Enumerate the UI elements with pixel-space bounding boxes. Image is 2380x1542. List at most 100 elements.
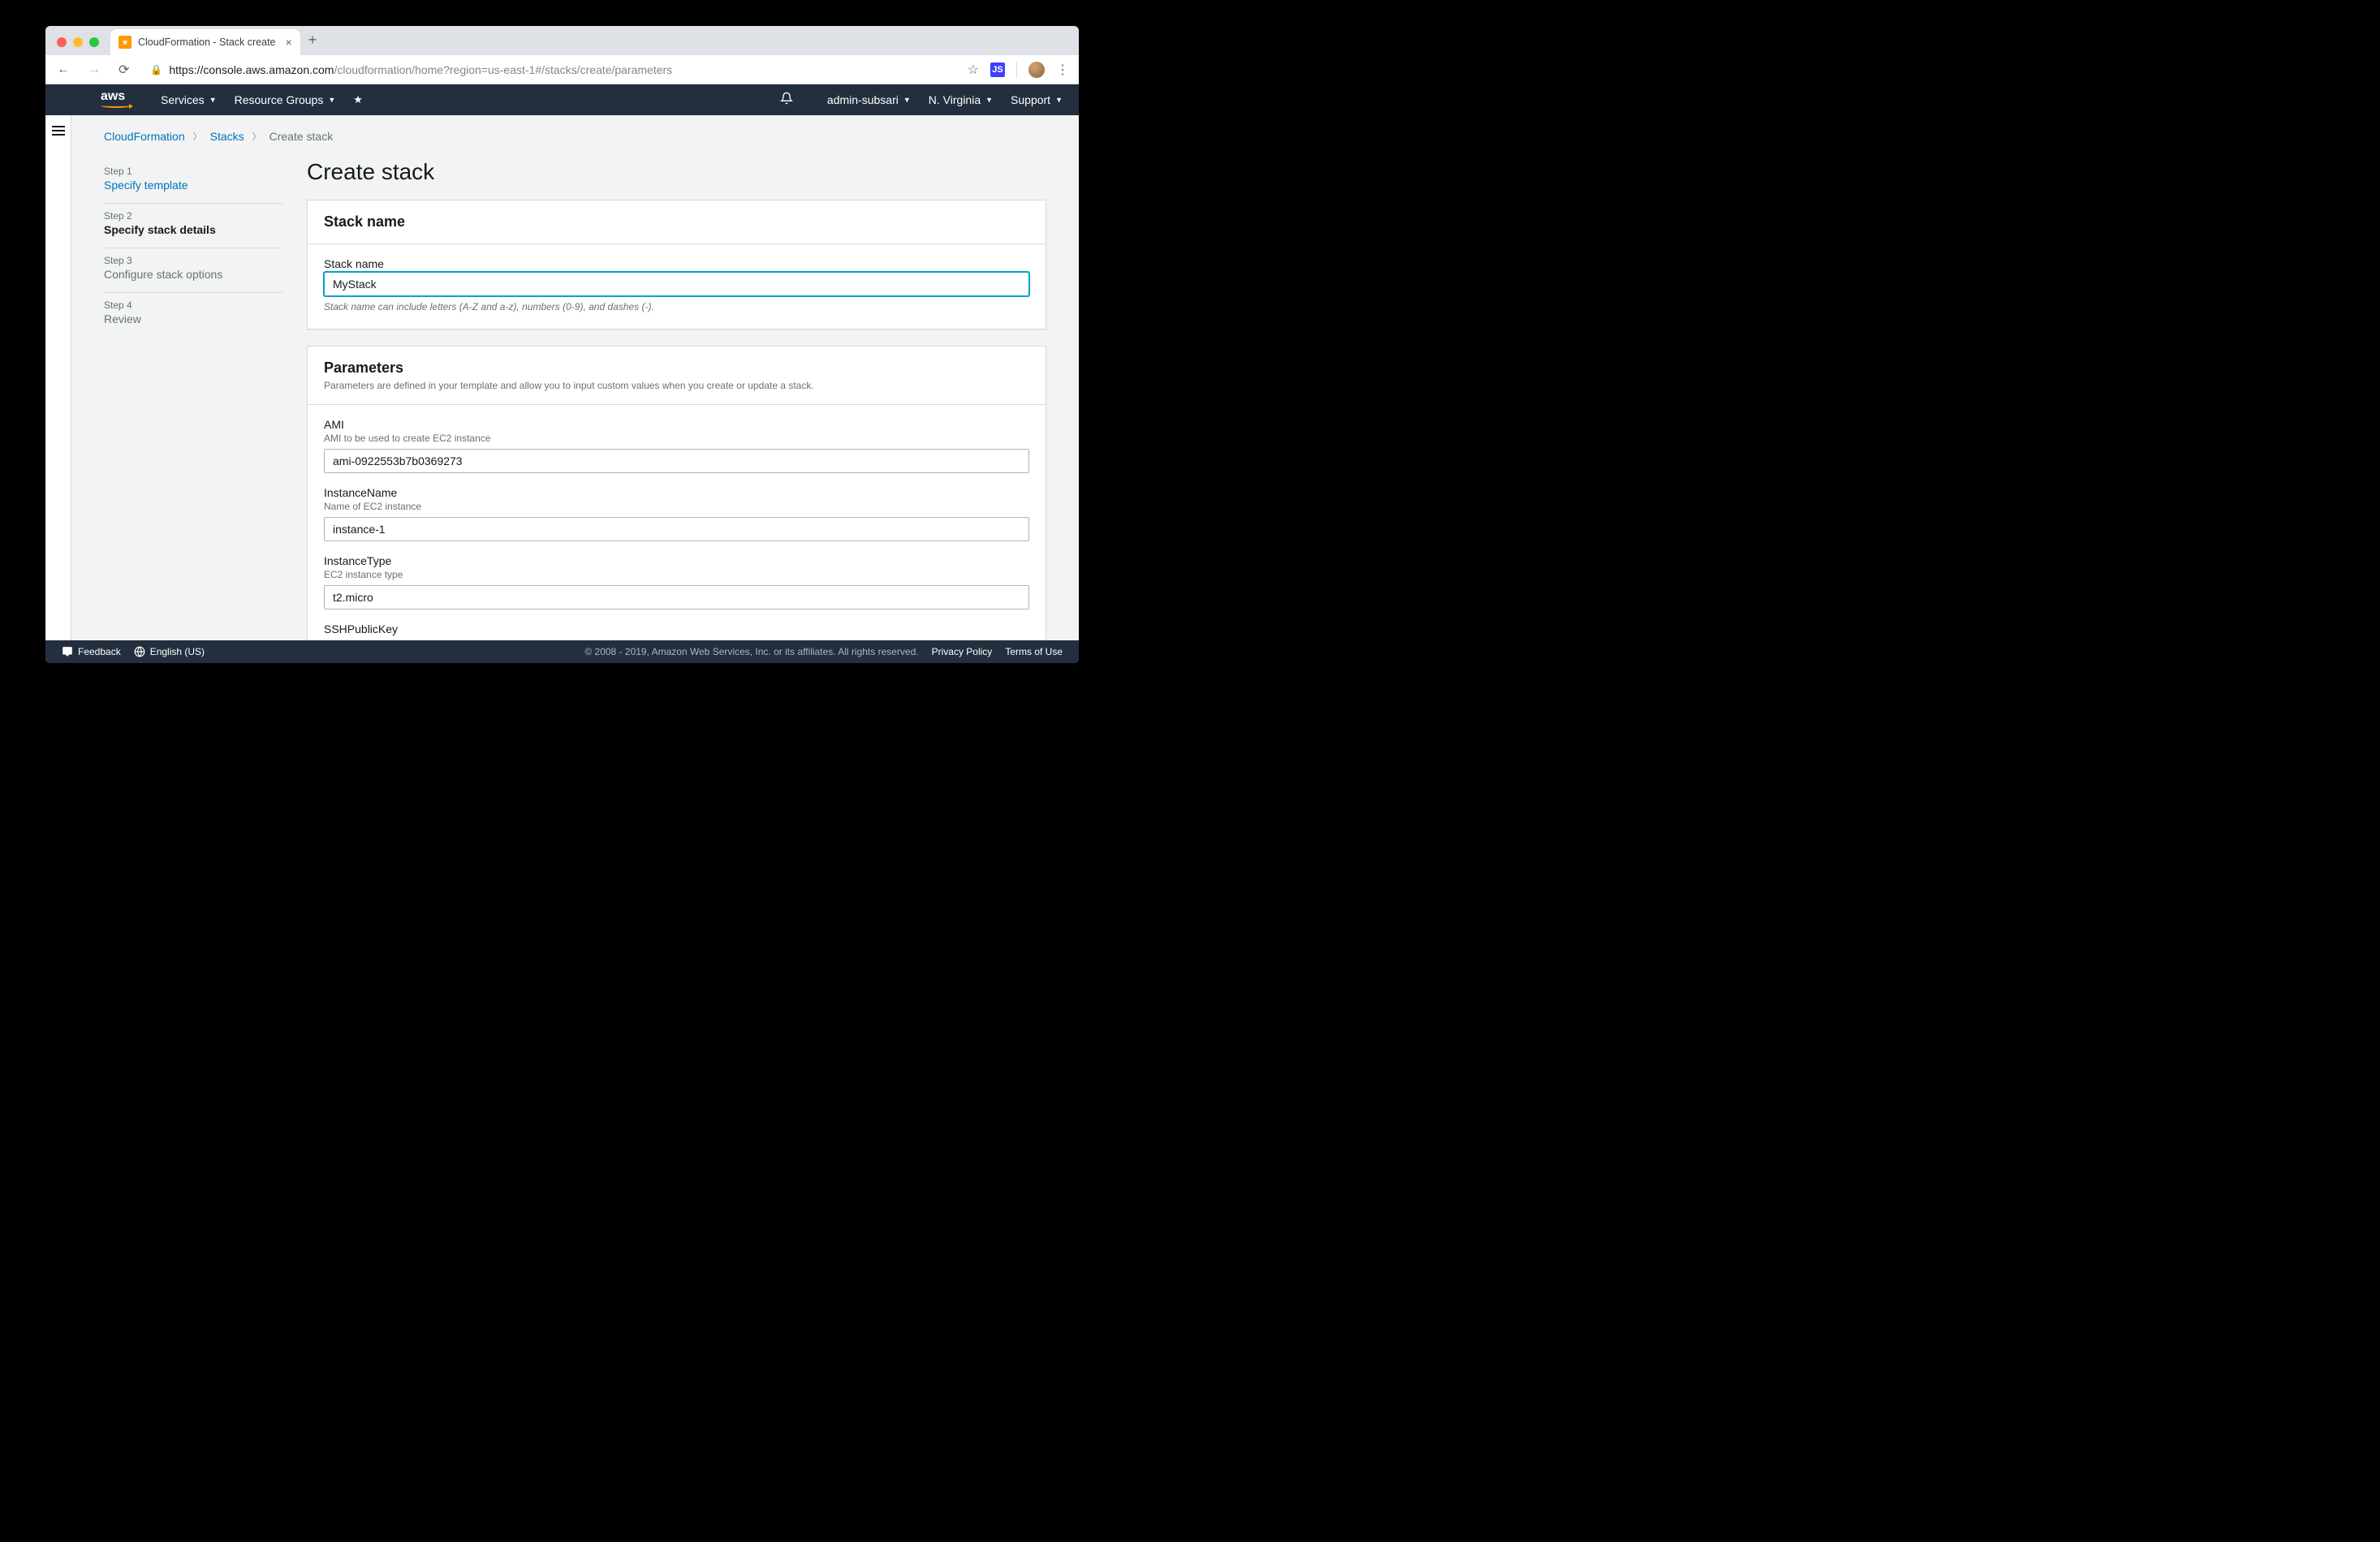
extension-icon[interactable]: JS [990,62,1005,77]
panel-title: Parameters [324,360,1029,377]
url-text: https://console.aws.amazon.com/cloudform… [169,63,672,76]
param-hint: Name of EC2 instance [324,501,1029,512]
services-menu[interactable]: Services ▼ [161,93,217,106]
toolbar-right: ☆ JS ⋮ [968,62,1072,78]
tab-title: CloudFormation - Stack create [138,37,276,48]
stack-name-panel: Stack name Stack name Stack name can inc… [307,200,1046,330]
close-icon[interactable]: × [286,36,292,49]
pin-icon[interactable]: ★ [353,93,363,106]
language-label: English (US) [150,646,205,657]
breadcrumb-current: Create stack [269,130,334,143]
chevron-right-icon: 〉 [252,130,261,143]
browser-window: CloudFormation - Stack create × + ← → ⟳ … [45,26,1079,663]
aws-logo[interactable]: aws [101,92,132,107]
hamburger-icon[interactable] [52,123,65,640]
services-label: Services [161,93,205,106]
feedback-label: Feedback [78,646,121,657]
notifications-icon[interactable] [780,92,793,108]
breadcrumb-root[interactable]: CloudFormation [104,130,185,143]
separator [1016,62,1017,78]
step-number: Step 1 [104,166,282,177]
step-label: Review [104,312,282,325]
param-label: InstanceType [324,554,1029,567]
header-left-menu: Services ▼ Resource Groups ▼ ★ [161,93,363,106]
footer: Feedback English (US) © 2008 - 2019, Ama… [45,640,1079,663]
window-close[interactable] [57,37,67,47]
stack-name-hint: Stack name can include letters (A-Z and … [324,301,1029,312]
param-instance-type: InstanceType EC2 instance type [324,554,1029,609]
step-4: Step 4 Review [104,293,282,337]
user-label: admin-subsari [827,93,899,106]
privacy-link[interactable]: Privacy Policy [932,646,993,657]
new-tab-button[interactable]: + [308,32,317,49]
stack-name-input[interactable] [324,272,1029,296]
back-button[interactable]: ← [52,59,75,80]
breadcrumb: CloudFormation 〉 Stacks 〉 Create stack [104,130,1046,143]
header-right-menu: admin-subsari ▼ N. Virginia ▼ Support ▼ [780,92,1063,108]
panel-subtitle: Parameters are defined in your template … [324,380,1029,391]
main-form: Create stack Stack name Stack name Stack… [307,159,1046,640]
caret-down-icon: ▼ [328,96,335,104]
window-minimize[interactable] [73,37,83,47]
caret-down-icon: ▼ [209,96,217,104]
caret-down-icon: ▼ [903,96,911,104]
step-number: Step 4 [104,299,282,311]
page-title: Create stack [307,159,1046,185]
side-rail [45,115,71,640]
window-maximize[interactable] [89,37,99,47]
param-input-instance-name[interactable] [324,517,1029,541]
caret-down-icon: ▼ [985,96,993,104]
step-label: Specify template [104,179,282,192]
parameters-panel: Parameters Parameters are defined in you… [307,346,1046,640]
panel-title: Stack name [324,213,1029,230]
param-instance-name: InstanceName Name of EC2 instance [324,486,1029,541]
page-body: CloudFormation 〉 Stacks 〉 Create stack S… [45,115,1079,640]
forward-button[interactable]: → [83,59,106,80]
lock-icon: 🔒 [150,64,162,75]
browser-tab[interactable]: CloudFormation - Stack create × [110,29,300,55]
param-label: InstanceName [324,486,1029,499]
support-label: Support [1011,93,1050,106]
account-menu[interactable]: admin-subsari ▼ [827,93,911,106]
terms-link[interactable]: Terms of Use [1005,646,1063,657]
step-1[interactable]: Step 1 Specify template [104,159,282,204]
caret-down-icon: ▼ [1055,96,1063,104]
tab-strip: CloudFormation - Stack create × + [45,26,1079,55]
step-label: Specify stack details [104,223,282,236]
support-menu[interactable]: Support ▼ [1011,93,1063,106]
language-selector[interactable]: English (US) [134,646,205,657]
step-number: Step 2 [104,210,282,222]
toolbar: ← → ⟳ 🔒 https://console.aws.amazon.com/c… [45,55,1079,84]
param-ami: AMI AMI to be used to create EC2 instanc… [324,418,1029,473]
region-menu[interactable]: N. Virginia ▼ [929,93,993,106]
step-number: Step 3 [104,255,282,266]
resource-groups-label: Resource Groups [235,93,324,106]
menu-icon[interactable]: ⋮ [1056,62,1067,78]
feedback-link[interactable]: Feedback [62,646,121,657]
aws-header: aws Services ▼ Resource Groups ▼ ★ admin… [45,84,1079,115]
breadcrumb-stacks[interactable]: Stacks [210,130,244,143]
stack-name-label: Stack name [324,257,1029,270]
address-bar[interactable]: 🔒 https://console.aws.amazon.com/cloudfo… [142,60,959,80]
param-label: AMI [324,418,1029,431]
param-ssh-key: SSHPublicKey [324,622,1029,635]
profile-avatar[interactable] [1028,62,1045,78]
region-label: N. Virginia [929,93,981,106]
reload-button[interactable]: ⟳ [114,58,134,81]
param-hint: AMI to be used to create EC2 instance [324,433,1029,444]
cloudformation-favicon [119,36,132,49]
chevron-right-icon: 〉 [193,130,202,143]
traffic-lights [52,37,106,55]
step-3: Step 3 Configure stack options [104,248,282,293]
step-2[interactable]: Step 2 Specify stack details [104,204,282,248]
bookmark-icon[interactable]: ☆ [968,62,979,78]
wizard-steps: Step 1 Specify template Step 2 Specify s… [104,159,282,640]
content: CloudFormation 〉 Stacks 〉 Create stack S… [71,115,1079,640]
param-label: SSHPublicKey [324,622,1029,635]
resource-groups-menu[interactable]: Resource Groups ▼ [235,93,336,106]
param-input-ami[interactable] [324,449,1029,473]
step-label: Configure stack options [104,268,282,281]
param-input-instance-type[interactable] [324,585,1029,609]
param-hint: EC2 instance type [324,569,1029,580]
copyright: © 2008 - 2019, Amazon Web Services, Inc.… [584,646,918,657]
